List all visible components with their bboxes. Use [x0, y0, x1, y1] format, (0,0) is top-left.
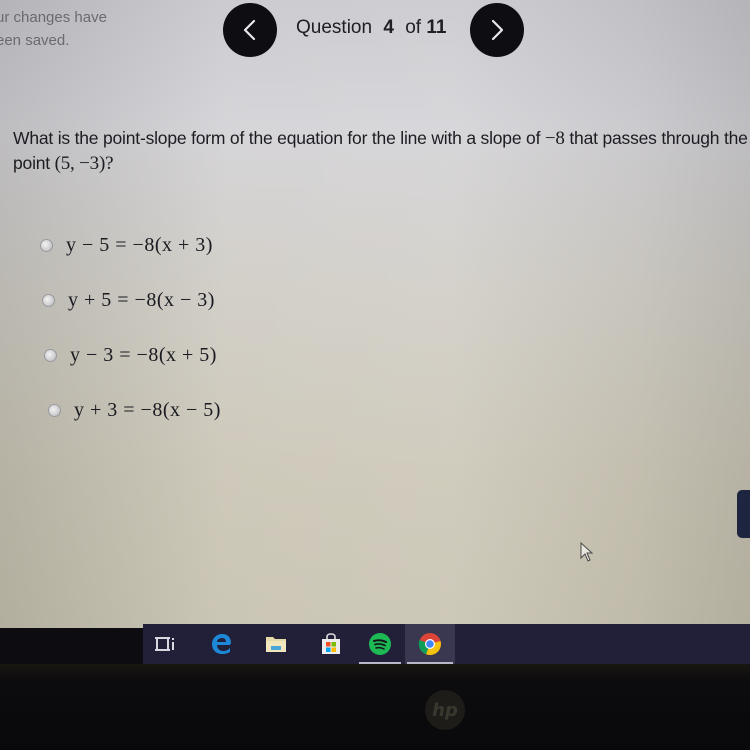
chrome-icon	[418, 633, 441, 656]
answer-option[interactable]: y − 5 = −8(x + 3)	[40, 234, 213, 257]
taskbar-task-view[interactable]	[143, 624, 189, 664]
question-prompt: What is the point-slope form of the equa…	[13, 126, 748, 176]
laptop-bezel	[0, 664, 750, 750]
answer-option-label: y − 3 = −8(x + 5)	[70, 344, 217, 366]
save-status-line2: een saved.	[0, 32, 70, 49]
answer-option-label: y + 5 = −8(x − 3)	[68, 289, 215, 311]
spotify-icon	[369, 633, 391, 655]
answer-option-label: y − 5 = −8(x + 3)	[66, 234, 213, 256]
next-question-button[interactable]	[470, 3, 524, 57]
current-question-number: 4	[383, 17, 394, 38]
radio-button[interactable]	[40, 239, 53, 252]
folder-icon	[266, 637, 286, 652]
radio-button[interactable]	[44, 349, 57, 362]
taskbar-store[interactable]	[308, 624, 354, 664]
point-value: (5, −3)	[54, 153, 106, 174]
question-text-part1: What is the point-slope form of the equa…	[13, 128, 545, 148]
store-icon	[322, 633, 340, 654]
browser-viewport: ur changes have een saved. Question 4 of…	[0, 0, 750, 628]
answer-option[interactable]: y + 3 = −8(x − 5)	[48, 399, 221, 422]
answer-option-label: y + 3 = −8(x − 5)	[74, 399, 221, 421]
slope-value: −8	[544, 128, 565, 149]
side-panel-tab[interactable]	[737, 490, 750, 538]
question-mark: ?	[105, 153, 114, 174]
taskbar	[143, 624, 750, 664]
radio-button[interactable]	[42, 294, 55, 307]
radio-button[interactable]	[48, 404, 61, 417]
save-status-line1: ur changes have	[0, 9, 107, 26]
taskbar-spotify[interactable]	[357, 624, 403, 664]
answer-option[interactable]: y − 3 = −8(x + 5)	[44, 344, 217, 367]
mouse-cursor-icon	[580, 542, 594, 562]
question-word: Question	[296, 17, 373, 38]
total-questions: 11	[426, 17, 447, 38]
edge-icon	[212, 634, 231, 654]
answer-option[interactable]: y + 5 = −8(x − 3)	[42, 289, 215, 312]
taskbar-edge[interactable]	[199, 624, 245, 664]
taskbar-file-explorer[interactable]	[253, 624, 299, 664]
question-counter: Question 4 of 11	[296, 17, 446, 39]
save-status: ur changes have een saved.	[0, 6, 107, 52]
chevron-right-icon	[491, 19, 504, 41]
taskbar-chrome[interactable]	[405, 624, 455, 664]
previous-question-button[interactable]	[223, 3, 277, 57]
hp-logo: hp	[425, 690, 465, 730]
chevron-left-icon	[243, 19, 256, 41]
of-word: of	[405, 17, 422, 38]
task-view-icon	[155, 637, 174, 651]
